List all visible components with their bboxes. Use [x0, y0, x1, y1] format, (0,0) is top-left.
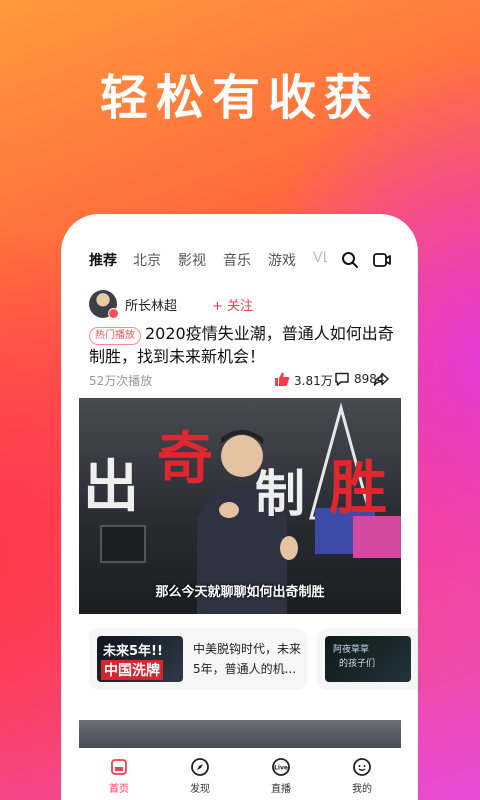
play-count: 52万次播放 — [89, 374, 153, 388]
headline: 轻松有收获 — [99, 70, 380, 126]
profile-icon — [353, 758, 371, 776]
svg-text:制: 制 — [255, 464, 305, 523]
comment-icon[interactable] — [334, 371, 350, 387]
tab-games[interactable]: 游戏 — [268, 250, 296, 270]
nav-discover[interactable]: 发现 — [170, 756, 230, 795]
thumb-line2: 的孩子们 — [339, 659, 376, 669]
thumb-line1: 阿夜草草 — [333, 645, 370, 655]
thumb-line2: 中国洗牌 — [101, 660, 163, 680]
nav-label: 发现 — [190, 784, 210, 795]
tab-movies[interactable]: 影视 — [178, 250, 206, 270]
nav-live[interactable]: Live 直播 — [251, 756, 311, 795]
home-icon — [111, 759, 127, 775]
svg-text:Live: Live — [274, 765, 288, 772]
phone-frame: 推荐 北京 影视 音乐 游戏 VL 所长林超 + 关注 2020疫情失业潮，普通… — [61, 214, 418, 800]
thumbs-up-icon[interactable] — [274, 371, 290, 387]
post-author: 所长林超 + 关注 — [89, 290, 389, 319]
video-title-overlay: 出 奇 制 胜 — [83, 426, 387, 523]
recommendation-title: 中美脱钩时代，未来5年，普通人的机... — [193, 642, 302, 676]
recommendation-card[interactable]: 未来5年!! 中国洗牌 中美脱钩时代，未来5年，普通人的机... — [89, 628, 307, 690]
nav-label: 我的 — [352, 784, 372, 795]
hot-badge: 热门播放 — [89, 327, 141, 345]
video-camera-icon[interactable] — [372, 250, 392, 270]
bottom-nav: 首页 发现 Live 直播 我的 — [61, 748, 418, 800]
recommendation-thumbnail: 未来5年!! 中国洗牌 — [97, 636, 183, 682]
tab-vlog[interactable]: VL — [313, 250, 327, 266]
tab-recommend[interactable]: 推荐 — [89, 250, 117, 270]
svg-text:奇: 奇 — [157, 426, 213, 492]
category-tabs: 推荐 北京 影视 音乐 游戏 VL — [89, 250, 418, 274]
nav-home[interactable]: 首页 — [89, 756, 149, 795]
like-count: 3.81万 — [294, 374, 333, 388]
verified-badge-icon — [108, 308, 119, 319]
svg-text:胜: 胜 — [329, 454, 387, 522]
nav-label: 首页 — [109, 784, 129, 795]
follow-button[interactable]: + 关注 — [212, 295, 253, 314]
nav-profile[interactable]: 我的 — [332, 756, 392, 795]
video-subtitle: 那么今天就聊聊如何出奇制胜 — [155, 585, 325, 600]
video-player[interactable]: 出 奇 制 胜 那么今天就聊聊如何出奇制胜 — [79, 398, 401, 614]
recommendation-card[interactable]: 阿夜草草 的孩子们 — [317, 628, 418, 690]
live-icon: Live — [272, 758, 290, 776]
compass-icon — [191, 758, 209, 776]
author-name[interactable]: 所长林超 — [125, 295, 177, 314]
tab-beijing[interactable]: 北京 — [133, 250, 161, 270]
search-icon[interactable] — [340, 250, 360, 270]
recommendation-thumbnail: 阿夜草草 的孩子们 — [325, 636, 411, 682]
svg-text:出: 出 — [83, 454, 139, 520]
tab-music[interactable]: 音乐 — [223, 250, 251, 270]
share-icon[interactable] — [373, 371, 389, 387]
nav-label: 直播 — [271, 784, 291, 795]
post-meta: 52万次播放 3.81万 8984 — [89, 370, 390, 390]
thumb-line1: 未来5年!! — [103, 644, 163, 659]
